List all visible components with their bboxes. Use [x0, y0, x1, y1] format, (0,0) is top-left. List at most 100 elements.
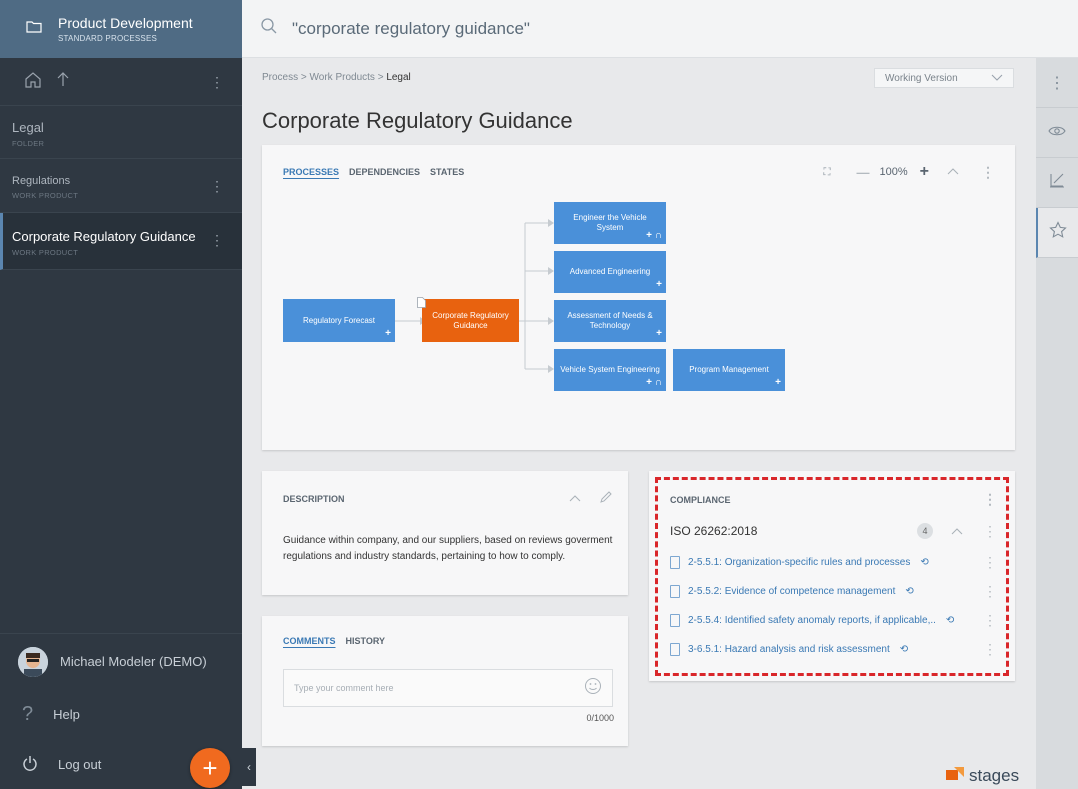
- comment-placeholder: Type your comment here: [294, 683, 394, 693]
- document-icon: [670, 643, 680, 656]
- document-icon: [670, 556, 680, 569]
- vertical-dots-icon: ⋮: [1049, 74, 1065, 92]
- search-query[interactable]: "corporate regulatory guidance": [292, 19, 530, 39]
- power-icon: [22, 755, 38, 774]
- emoji-icon[interactable]: [584, 677, 602, 700]
- comment-input[interactable]: Type your comment here: [283, 669, 613, 707]
- pencil-icon[interactable]: [599, 491, 612, 506]
- description-heading: DESCRIPTION: [283, 493, 345, 504]
- sidebar-item-label: Legal: [12, 120, 44, 135]
- plus-icon: +: [385, 327, 391, 339]
- compliance-item-label: 2-5.5.1: Organization-specific rules and…: [688, 557, 911, 568]
- link-icon: ⟲: [905, 586, 914, 597]
- diagram-connectors: [395, 219, 554, 373]
- plus-loop-icon: + ∩: [646, 229, 662, 241]
- brand-logo: stages: [946, 766, 1019, 786]
- link-icon: ⟲: [899, 644, 909, 655]
- item-menu-icon[interactable]: ⋮: [983, 641, 997, 658]
- edit-icon: [1048, 171, 1066, 194]
- help-link[interactable]: ? Help: [0, 689, 242, 739]
- compliance-item-label: 2-5.5.4: Identified safety anomaly repor…: [688, 615, 936, 626]
- plus-icon: +: [775, 376, 781, 388]
- sidebar-item-corporate-regulatory-guidance[interactable]: Corporate Regulatory Guidance WORK PRODU…: [0, 213, 242, 270]
- user-profile[interactable]: Michael Modeler (DEMO): [0, 633, 242, 689]
- document-icon: [670, 585, 680, 598]
- node-advanced-engineering[interactable]: Advanced Engineering +: [554, 251, 666, 293]
- description-text: Guidance within company, and our supplie…: [283, 535, 613, 562]
- node-program-management[interactable]: Program Management +: [673, 349, 785, 391]
- compliance-item[interactable]: 3-6.5.1: Hazard analysis and risk assess…: [670, 635, 997, 664]
- tab-history[interactable]: HISTORY: [346, 636, 386, 646]
- breadcrumb-path[interactable]: Process > Work Products >: [262, 72, 386, 83]
- workspace-title: Product Development: [58, 15, 193, 31]
- item-menu-icon[interactable]: ⋮: [983, 583, 997, 600]
- sidebar: Product Development STANDARD PROCESSES ⋮…: [0, 0, 242, 789]
- breadcrumb[interactable]: Process > Work Products > Legal: [262, 72, 411, 83]
- home-icon[interactable]: [24, 71, 42, 93]
- sidebar-item-type: WORK PRODUCT: [12, 191, 79, 200]
- node-corporate-regulatory-guidance[interactable]: Corporate Regulatory Guidance: [422, 299, 519, 342]
- add-button[interactable]: +: [190, 748, 230, 788]
- breadcrumb-current: Legal: [386, 72, 411, 83]
- node-vehicle-system-engineering[interactable]: Vehicle System Engineering + ∩: [554, 349, 666, 391]
- right-rail: ⋮: [1036, 58, 1078, 789]
- sidebar-item-label: Corporate Regulatory Guidance: [12, 229, 196, 244]
- node-assessment-needs-technology[interactable]: Assessment of Needs & Technology +: [554, 300, 666, 342]
- tab-comments[interactable]: COMMENTS: [283, 636, 336, 646]
- stages-logo-icon: [946, 766, 964, 786]
- standard-row[interactable]: ISO 26262:2018 4 ⋮: [670, 521, 997, 541]
- plus-icon: +: [656, 278, 662, 290]
- link-icon: ⟲: [920, 557, 929, 568]
- sidebar-item-legal[interactable]: Legal FOLDER: [0, 106, 242, 159]
- search-icon: [260, 17, 278, 40]
- compliance-list: 2-5.5.1: Organization-specific rules and…: [670, 548, 997, 664]
- chevron-down-icon: [991, 73, 1003, 84]
- version-value: Working Version: [885, 72, 958, 84]
- user-name: Michael Modeler (DEMO): [60, 654, 207, 669]
- compliance-card: COMPLIANCE ⋮ ISO 26262:2018 4 ⋮ 2-5.5.1:…: [649, 471, 1015, 681]
- compliance-item[interactable]: 2-5.5.2: Evidence of competence manageme…: [670, 577, 997, 606]
- collapse-icon[interactable]: [951, 522, 963, 540]
- collapse-sidebar-button[interactable]: ‹: [242, 748, 256, 786]
- help-label: Help: [53, 706, 80, 722]
- favorite-button[interactable]: [1036, 208, 1078, 258]
- nav-menu-icon[interactable]: ⋮: [210, 75, 224, 89]
- version-select[interactable]: Working Version: [874, 68, 1014, 88]
- avatar: [18, 646, 48, 677]
- description-card: DESCRIPTION Guidance within company, and…: [262, 471, 628, 595]
- node-label: Corporate Regulatory Guidance: [432, 310, 509, 330]
- eye-icon: [1048, 124, 1066, 142]
- process-diagram-card: PROCESSES DEPENDENCIES STATES ⛶ — 100% +…: [262, 145, 1015, 450]
- up-arrow-icon[interactable]: [56, 71, 70, 92]
- plus-loop-icon: + ∩: [646, 376, 662, 388]
- item-menu-icon[interactable]: ⋮: [983, 554, 997, 571]
- standard-menu-icon[interactable]: ⋮: [983, 523, 997, 540]
- page-title: Corporate Regulatory Guidance: [262, 108, 573, 133]
- compliance-item[interactable]: 2-5.5.4: Identified safety anomaly repor…: [670, 606, 997, 635]
- star-icon: [1049, 221, 1067, 244]
- collapse-icon[interactable]: [569, 494, 581, 504]
- node-label: Vehicle System Engineering: [560, 365, 660, 374]
- sidebar-item-regulations[interactable]: Regulations WORK PRODUCT ⋮: [0, 159, 242, 213]
- workspace-subtitle: STANDARD PROCESSES: [58, 34, 158, 43]
- node-label: Assessment of Needs & Technology: [567, 311, 653, 330]
- item-menu-icon[interactable]: ⋮: [983, 612, 997, 629]
- node-label: Engineer the Vehicle System: [573, 213, 647, 232]
- workspace-header[interactable]: Product Development STANDARD PROCESSES: [0, 0, 242, 58]
- more-options-button[interactable]: ⋮: [1036, 58, 1078, 108]
- item-menu-icon[interactable]: ⋮: [210, 179, 224, 193]
- search-bar[interactable]: "corporate regulatory guidance": [242, 0, 1078, 58]
- compliance-item[interactable]: 2-5.5.1: Organization-specific rules and…: [670, 548, 997, 577]
- sidebar-nav: ⋮: [0, 58, 242, 106]
- edit-button[interactable]: [1036, 158, 1078, 208]
- view-button[interactable]: [1036, 108, 1078, 158]
- document-icon: [417, 295, 426, 313]
- card-menu-icon[interactable]: ⋮: [983, 491, 997, 508]
- brand-name: stages: [969, 766, 1020, 785]
- node-regulatory-forecast[interactable]: Regulatory Forecast +: [283, 299, 395, 342]
- logout-label: Log out: [58, 756, 102, 772]
- plus-icon: +: [656, 327, 662, 339]
- node-engineer-vehicle-system[interactable]: Engineer the Vehicle System + ∩: [554, 202, 666, 244]
- item-menu-icon[interactable]: ⋮: [210, 233, 224, 247]
- compliance-heading: COMPLIANCE: [670, 494, 731, 505]
